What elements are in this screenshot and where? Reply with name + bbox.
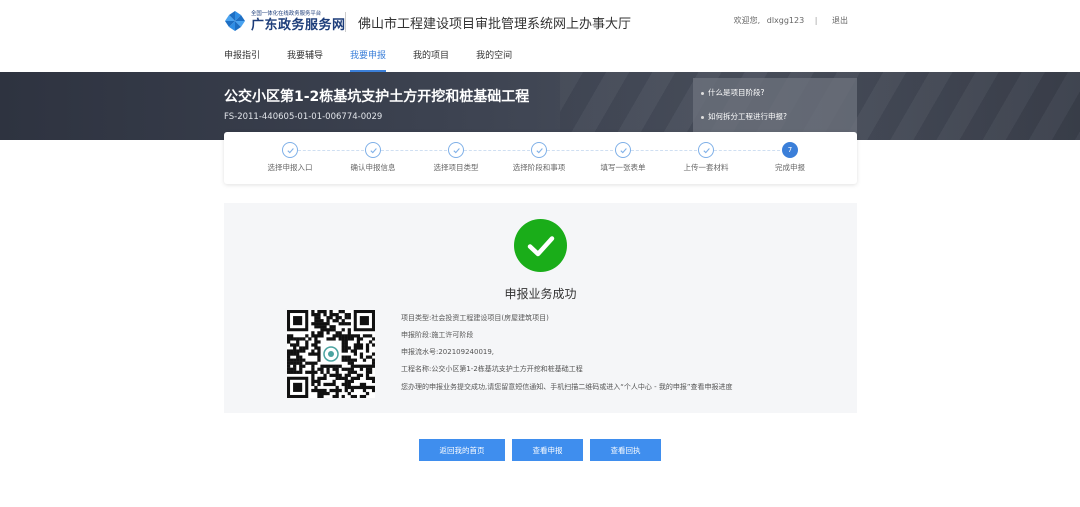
check-icon xyxy=(531,142,547,158)
step-5: 填写一张表单 xyxy=(583,142,663,173)
step-label: 确认申报信息 xyxy=(350,163,396,172)
success-check-icon xyxy=(514,219,567,272)
step-7: 7 完成申报 xyxy=(750,142,830,173)
check-icon xyxy=(698,142,714,158)
welcome-text: 欢迎您, xyxy=(733,16,761,25)
qr-code-icon xyxy=(287,310,376,399)
logo-subtitle: 全国一体化在线政务服务平台 xyxy=(251,9,322,17)
project-name: 公交小区第1-2栋基坑支护土方开挖和桩基础工程 xyxy=(224,89,530,105)
check-icon xyxy=(615,142,631,158)
info-stage: 申报阶段:施工许可阶段 xyxy=(401,331,474,339)
nav-item-guide[interactable]: 申报指引 xyxy=(224,50,260,72)
step-1: 选择申报入口 xyxy=(250,142,330,173)
result-info: 项目类型:社会投资工程建设项目(房屋建筑项目) 申报阶段:施工许可阶段 申报流水… xyxy=(401,313,732,399)
help-box: 什么是项目阶段? 如何拆分工程进行申报? xyxy=(693,78,857,140)
site-title: 佛山市工程建设项目审批管理系统网上办事大厅 xyxy=(358,17,632,32)
user-separator: | xyxy=(814,16,818,25)
step-4: 选择阶段和事项 xyxy=(499,142,579,173)
help-link-stage[interactable]: 什么是项目阶段? xyxy=(701,87,764,98)
nav-item-tutoring[interactable]: 我要辅导 xyxy=(287,50,323,72)
project-code: FS-2011-440605-01-01-006774-0029 xyxy=(224,112,383,122)
nav-item-space[interactable]: 我的空间 xyxy=(476,50,512,72)
logo-title: 广东政务服务网 xyxy=(251,17,346,33)
result-panel: 申报业务成功 项目类型:社会投资工程建设项目(房屋建筑项目) 申报阶段:施工许可… xyxy=(224,203,857,413)
info-serial: 申报流水号:202109240019, xyxy=(401,348,495,356)
view-receipt-button[interactable]: 查看回执 xyxy=(590,439,661,461)
step-2: 确认申报信息 xyxy=(333,142,413,173)
bullet-icon xyxy=(701,115,704,119)
back-home-button[interactable]: 返回我的首页 xyxy=(419,439,505,461)
check-icon xyxy=(282,142,298,158)
step-label: 填写一张表单 xyxy=(600,163,646,172)
bullet-icon xyxy=(701,91,704,95)
check-icon xyxy=(448,142,464,158)
progress-steps: 选择申报入口 确认申报信息 选择项目类型 选择阶段和事项 填写一张表单 上传一套… xyxy=(224,132,857,184)
nav-item-projects[interactable]: 我的项目 xyxy=(413,50,449,72)
logo-pinwheel-icon xyxy=(224,10,246,32)
site-logo[interactable]: 全国一体化在线政务服务平台 广东政务服务网 xyxy=(224,10,346,32)
info-tip: 您办理的申报业务提交成功,请您留意短信通知、手机扫描二维码或进入“个人中心 - … xyxy=(401,383,733,391)
success-title: 申报业务成功 xyxy=(504,287,577,301)
logout-link[interactable]: 退出 xyxy=(832,16,848,25)
user-area: 欢迎您, dlxgg123 | 退出 xyxy=(730,15,848,26)
step-label: 完成申报 xyxy=(775,163,805,172)
info-project-name: 工程名称:公交小区第1-2栋基坑支护土方开挖和桩基础工程 xyxy=(401,365,583,373)
view-application-button[interactable]: 查看申报 xyxy=(512,439,583,461)
header: 全国一体化在线政务服务平台 广东政务服务网 佛山市工程建设项目审批管理系统网上办… xyxy=(0,0,1080,72)
nav-item-apply[interactable]: 我要申报 xyxy=(350,50,387,72)
check-icon xyxy=(365,142,381,158)
help-link-split[interactable]: 如何拆分工程进行申报? xyxy=(701,111,787,122)
main-nav: 申报指引 我要辅导 我要申报 我的项目 我的空间 xyxy=(224,50,539,72)
project-banner: 公交小区第1-2栋基坑支护土方开挖和桩基础工程 FS-2011-440605-0… xyxy=(0,72,1080,140)
step-number: 7 xyxy=(782,142,798,158)
step-label: 上传一套材料 xyxy=(683,163,729,172)
header-divider xyxy=(345,12,346,32)
step-label: 选择阶段和事项 xyxy=(512,163,566,172)
username[interactable]: dlxgg123 xyxy=(767,16,804,25)
step-3: 选择项目类型 xyxy=(416,142,496,173)
info-project-type: 项目类型:社会投资工程建设项目(房屋建筑项目) xyxy=(401,314,549,322)
step-label: 选择项目类型 xyxy=(433,163,479,172)
step-6: 上传一套材料 xyxy=(666,142,746,173)
step-label: 选择申报入口 xyxy=(267,163,313,172)
